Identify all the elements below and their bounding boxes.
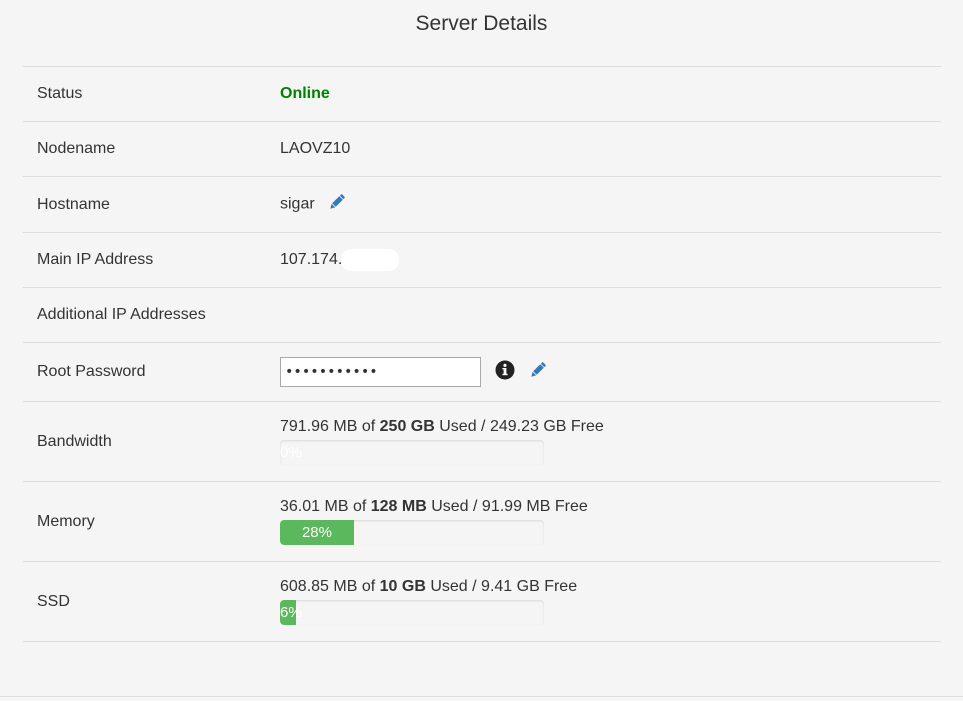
info-icon[interactable] xyxy=(495,360,515,385)
server-details-table: Status Online Nodename LAOVZ10 Hostname … xyxy=(23,66,941,642)
additional-ips-label: Additional IP Addresses xyxy=(23,287,266,343)
ssd-progress-bar: 6% xyxy=(280,600,544,625)
memory-usage-text: 36.01 MB of 128 MB Used / 91.99 MB Free xyxy=(280,498,588,515)
page-title: Server Details xyxy=(415,12,548,35)
row-root-password: Root Password xyxy=(23,342,941,402)
nodename-value: LAOVZ10 xyxy=(266,121,941,177)
row-additional-ips: Additional IP Addresses xyxy=(23,287,941,343)
additional-ips-value xyxy=(266,287,941,343)
root-password-input[interactable] xyxy=(280,357,481,387)
nodename-label: Nodename xyxy=(23,121,266,177)
hostname-value: sigar xyxy=(280,195,315,213)
main-ip-value: 107.174. xyxy=(280,251,343,268)
status-label: Status xyxy=(23,66,266,122)
bandwidth-progress-bar: 0% xyxy=(280,440,544,465)
ssd-label: SSD xyxy=(23,561,266,642)
bandwidth-label: Bandwidth xyxy=(23,401,266,482)
row-ssd: SSD 608.85 MB of 10 GB Used / 9.41 GB Fr… xyxy=(23,561,941,642)
main-ip-label: Main IP Address xyxy=(23,232,266,288)
memory-progress-label: 28% xyxy=(301,524,332,541)
server-details-page: Server Details Status Online Nodename LA… xyxy=(0,0,963,701)
root-password-label: Root Password xyxy=(23,342,266,402)
pencil-icon[interactable] xyxy=(327,192,347,217)
row-hostname: Hostname sigar xyxy=(23,176,941,233)
row-bandwidth: Bandwidth 791.96 MB of 250 GB Used / 249… xyxy=(23,401,941,482)
ssd-usage-text: 608.85 MB of 10 GB Used / 9.41 GB Free xyxy=(280,578,578,595)
bottom-divider xyxy=(0,696,963,697)
status-value: Online xyxy=(280,85,330,102)
bandwidth-progress-label: 0% xyxy=(280,444,302,461)
bandwidth-usage-text: 791.96 MB of 250 GB Used / 249.23 GB Fre… xyxy=(280,418,604,435)
row-nodename: Nodename LAOVZ10 xyxy=(23,121,941,177)
row-memory: Memory 36.01 MB of 128 MB Used / 91.99 M… xyxy=(23,481,941,562)
row-main-ip: Main IP Address 107.174. xyxy=(23,232,941,288)
redaction-mark xyxy=(341,249,400,271)
memory-progress-bar: 28% xyxy=(280,520,544,545)
memory-label: Memory xyxy=(23,481,266,562)
pencil-icon[interactable] xyxy=(528,360,548,385)
hostname-label: Hostname xyxy=(23,176,266,233)
row-status: Status Online xyxy=(23,66,941,122)
ssd-progress-label: 6% xyxy=(280,604,302,621)
